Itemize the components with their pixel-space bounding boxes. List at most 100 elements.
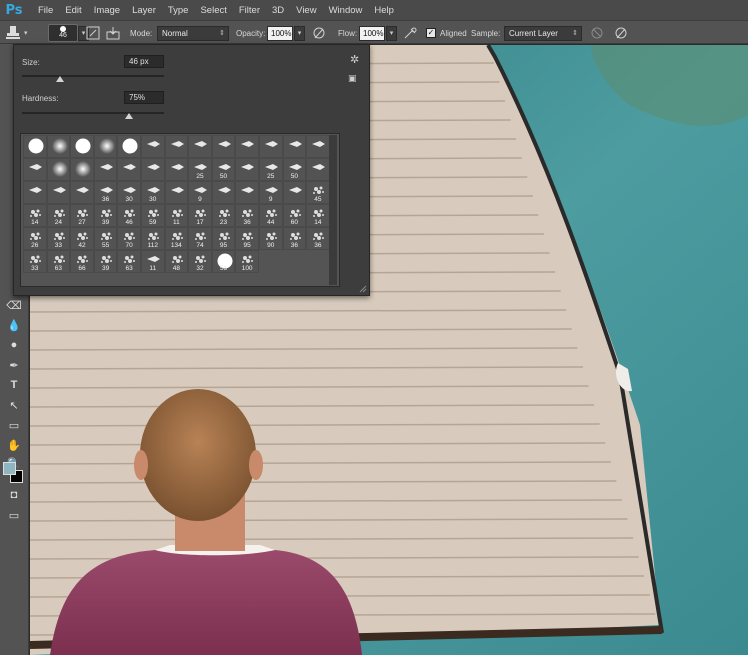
brush-preset-item[interactable] bbox=[282, 135, 307, 158]
brush-preset-item[interactable] bbox=[211, 181, 236, 204]
brush-preset-item[interactable] bbox=[93, 158, 118, 181]
brush-preset-item[interactable] bbox=[23, 158, 47, 181]
hardness-slider[interactable] bbox=[22, 112, 164, 114]
menu-select[interactable]: Select bbox=[194, 5, 232, 16]
menu-layer[interactable]: Layer bbox=[126, 5, 162, 16]
menu-file[interactable]: File bbox=[32, 5, 59, 16]
size-slider[interactable] bbox=[22, 75, 164, 77]
blur-tool-icon[interactable]: 💧 bbox=[4, 316, 24, 334]
brush-preset-item[interactable]: 26 bbox=[23, 227, 47, 250]
brush-preset-item[interactable] bbox=[93, 135, 118, 158]
brush-preset-item[interactable]: 50 bbox=[282, 158, 307, 181]
brush-preset-item[interactable]: 33 bbox=[46, 227, 71, 250]
brush-preset-item[interactable] bbox=[46, 181, 71, 204]
brush-preset-item[interactable]: 24 bbox=[46, 204, 71, 227]
brush-preset-item[interactable]: 134 bbox=[164, 227, 189, 250]
pressure-opacity-icon[interactable] bbox=[310, 24, 328, 42]
brush-preset-item[interactable]: 17 bbox=[188, 204, 212, 227]
brush-preset-item[interactable]: 44 bbox=[258, 204, 283, 227]
brush-preset-item[interactable] bbox=[258, 135, 283, 158]
brush-preset-item[interactable] bbox=[23, 135, 47, 158]
brush-preset-item[interactable] bbox=[140, 135, 165, 158]
brush-preset-item[interactable]: 23 bbox=[211, 204, 236, 227]
new-preset-icon[interactable]: ▣ bbox=[348, 73, 357, 84]
size-field[interactable]: 46 px bbox=[124, 55, 164, 68]
brush-preset-item[interactable]: 33 bbox=[23, 250, 47, 273]
brush-preset-item[interactable]: 70 bbox=[117, 227, 141, 250]
pen-tool-icon[interactable]: ✒ bbox=[4, 356, 24, 374]
brush-preset-item[interactable] bbox=[282, 181, 307, 204]
flow-field[interactable]: 100% bbox=[359, 26, 385, 41]
menu-3d[interactable]: 3D bbox=[266, 5, 290, 16]
brush-preset-item[interactable]: 9 bbox=[188, 181, 212, 204]
brush-preset-item[interactable]: 63 bbox=[117, 250, 141, 273]
foreground-color-swatch[interactable] bbox=[3, 462, 16, 475]
resize-grip-icon[interactable] bbox=[359, 285, 367, 293]
brush-preset-item[interactable]: 25 bbox=[258, 158, 283, 181]
airbrush-icon[interactable] bbox=[401, 24, 419, 42]
brush-preset-item[interactable] bbox=[117, 135, 141, 158]
brush-preset-item[interactable]: 46 bbox=[117, 204, 141, 227]
brush-preset-item[interactable] bbox=[140, 158, 165, 181]
brush-preset-item[interactable]: 63 bbox=[46, 250, 71, 273]
brush-preset-item[interactable]: 9 bbox=[258, 181, 283, 204]
brush-preset-item[interactable]: 95 bbox=[211, 227, 236, 250]
brush-preset-item[interactable]: 27 bbox=[70, 204, 94, 227]
hardness-field[interactable]: 75% bbox=[124, 91, 164, 104]
brush-preset-item[interactable]: 112 bbox=[140, 227, 165, 250]
pressure-size-icon[interactable] bbox=[612, 24, 630, 42]
menu-help[interactable]: Help bbox=[368, 5, 400, 16]
brush-preset-item[interactable]: 36 bbox=[306, 227, 330, 250]
brush-panel-toggle-icon[interactable] bbox=[84, 24, 102, 42]
brush-preset-item[interactable] bbox=[46, 135, 71, 158]
brush-preset-item[interactable]: 90 bbox=[258, 227, 283, 250]
ignore-adjustment-layers-icon[interactable] bbox=[588, 24, 606, 42]
tool-preset-picker[interactable]: ▾ bbox=[4, 24, 40, 42]
brush-preset-item[interactable]: 36 bbox=[282, 227, 307, 250]
opacity-field[interactable]: 100% bbox=[267, 26, 293, 41]
brush-preset-item[interactable] bbox=[23, 181, 47, 204]
preset-list-scrollbar[interactable] bbox=[329, 135, 337, 285]
brush-preset-item[interactable] bbox=[164, 181, 189, 204]
eraser-tool-icon[interactable]: ⌫ bbox=[4, 296, 24, 314]
menu-filter[interactable]: Filter bbox=[233, 5, 266, 16]
brush-preset-item[interactable]: 11 bbox=[164, 204, 189, 227]
brush-preset-item[interactable] bbox=[46, 158, 71, 181]
brush-preset-picker[interactable]: 46 bbox=[48, 24, 78, 42]
aligned-checkbox[interactable]: ✓ bbox=[426, 28, 436, 38]
brush-preset-item[interactable] bbox=[235, 158, 259, 181]
menu-view[interactable]: View bbox=[290, 5, 322, 16]
brush-preset-item[interactable]: 55 bbox=[211, 250, 236, 273]
clone-source-panel-icon[interactable] bbox=[104, 24, 122, 42]
brush-preset-item[interactable] bbox=[235, 181, 259, 204]
type-tool-icon[interactable]: T bbox=[4, 376, 24, 394]
brush-preset-item[interactable]: 30 bbox=[117, 181, 141, 204]
brush-preset-item[interactable] bbox=[188, 135, 212, 158]
menu-image[interactable]: Image bbox=[88, 5, 126, 16]
brush-preset-item[interactable] bbox=[164, 158, 189, 181]
brush-preset-item[interactable] bbox=[117, 158, 141, 181]
brush-preset-item[interactable]: 39 bbox=[93, 204, 118, 227]
rectangle-tool-icon[interactable]: ▭ bbox=[4, 416, 24, 434]
brush-preset-item[interactable]: 100 bbox=[235, 250, 259, 273]
brush-preset-item[interactable] bbox=[70, 135, 94, 158]
brush-preset-item[interactable]: 11 bbox=[140, 250, 165, 273]
brush-preset-item[interactable]: 66 bbox=[70, 250, 94, 273]
brush-preset-item[interactable]: 14 bbox=[306, 204, 330, 227]
quick-mask-icon[interactable]: ◘ bbox=[4, 486, 24, 504]
hand-tool-icon[interactable]: ✋ bbox=[4, 436, 24, 454]
menu-type[interactable]: Type bbox=[162, 5, 195, 16]
brush-preset-item[interactable]: 59 bbox=[140, 204, 165, 227]
brush-preset-item[interactable] bbox=[306, 135, 330, 158]
brush-preset-item[interactable] bbox=[211, 135, 236, 158]
brush-preset-item[interactable]: 14 bbox=[23, 204, 47, 227]
brush-preset-item[interactable]: 95 bbox=[235, 227, 259, 250]
mode-select[interactable]: Normal ⇕ bbox=[157, 26, 229, 41]
path-selection-tool-icon[interactable]: ↖ bbox=[4, 396, 24, 414]
dodge-tool-icon[interactable]: ● bbox=[4, 336, 24, 354]
brush-preset-item[interactable] bbox=[164, 135, 189, 158]
brush-preset-item[interactable] bbox=[70, 181, 94, 204]
brush-preset-item[interactable]: 48 bbox=[164, 250, 189, 273]
brush-preset-item[interactable] bbox=[70, 158, 94, 181]
size-slider-thumb[interactable] bbox=[56, 76, 65, 82]
